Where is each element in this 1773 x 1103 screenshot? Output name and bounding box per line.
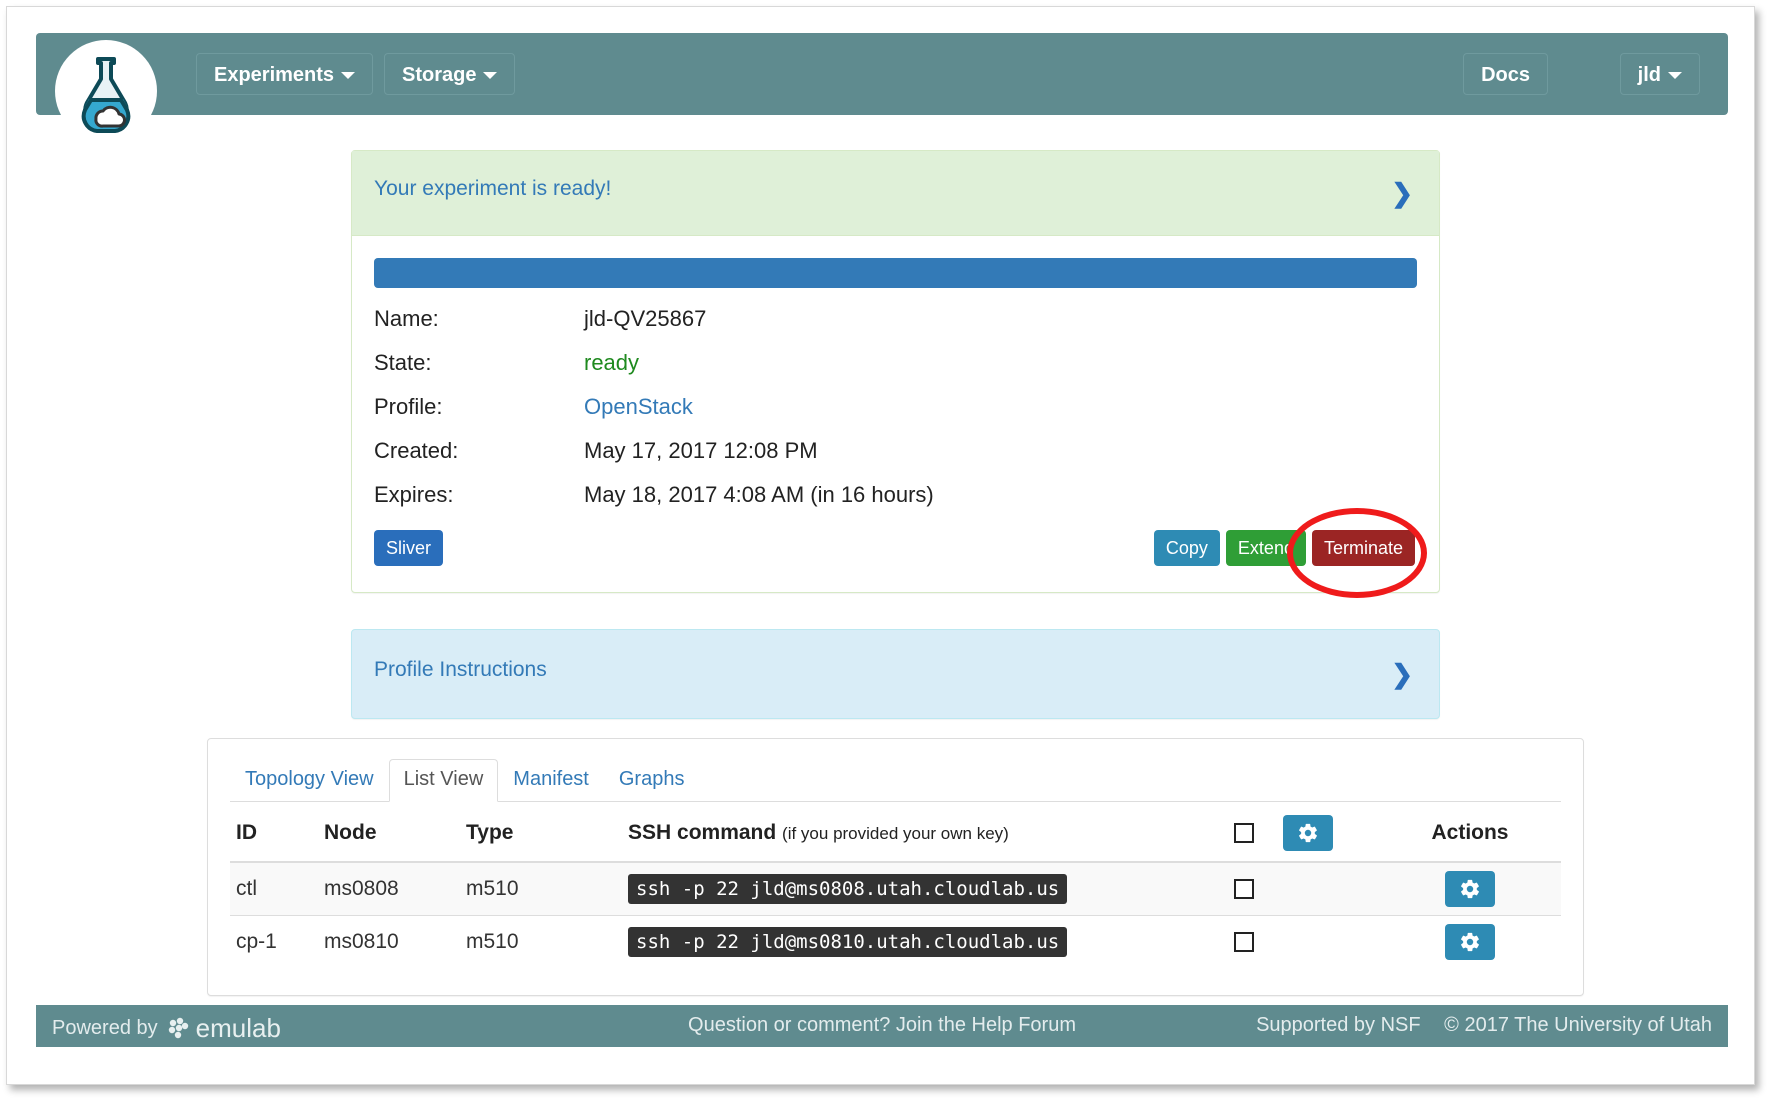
column-header-ssh-note: (if you provided your own key) — [782, 824, 1009, 843]
cell-ssh: ssh -p 22 jld@ms0810.utah.cloudlab.us — [622, 915, 1211, 968]
footer-credits: Supported by NSF © 2017 The University o… — [1238, 1014, 1712, 1037]
top-navbar: Experiments Storage Docs jld — [36, 33, 1728, 115]
cell-type: m510 — [460, 861, 622, 916]
chevron-down-icon — [1668, 72, 1682, 80]
detail-value-state: ready — [584, 350, 640, 375]
row-gear-button[interactable] — [1445, 924, 1495, 960]
detail-row-profile: Profile: OpenStack — [374, 394, 1417, 420]
tab-list-view[interactable]: List View — [388, 759, 499, 802]
table-header-row: ID Node Type SSH command (if you provide… — [230, 805, 1561, 863]
chevron-right-icon: ❯ — [1391, 178, 1413, 208]
sliver-button[interactable]: Sliver — [374, 530, 444, 566]
detail-label-expires: Expires: — [374, 482, 454, 507]
nav-experiments-menu[interactable]: Experiments — [196, 53, 374, 95]
detail-row-state: State: ready — [374, 350, 1417, 376]
tab-graphs[interactable]: Graphs — [604, 759, 700, 802]
extend-button[interactable]: Extend — [1225, 530, 1306, 566]
column-header-node: Node — [318, 805, 460, 863]
experiment-right-buttons: Copy Extend Terminate — [1153, 508, 1427, 598]
column-header-select-all — [1211, 805, 1277, 863]
tab-manifest[interactable]: Manifest — [498, 759, 604, 802]
nav-experiments-label: Experiments — [214, 64, 335, 86]
experiment-status-panel: Your experiment is ready! ❯ Name: jld-QV… — [351, 150, 1440, 598]
cell-ssh: ssh -p 22 jld@ms0808.utah.cloudlab.us — [622, 861, 1211, 916]
ssh-command-text[interactable]: ssh -p 22 jld@ms0810.utah.cloudlab.us — [628, 927, 1068, 957]
column-header-ssh: SSH command (if you provided your own ke… — [622, 805, 1211, 863]
gear-icon — [1299, 824, 1317, 843]
detail-row-name: Name: jld-QV25867 — [374, 306, 1417, 332]
experiment-progress-fill — [374, 258, 1417, 288]
experiment-details-body: Name: jld-QV25867 State: ready Profile: … — [352, 236, 1439, 598]
gear-icon — [1461, 880, 1479, 899]
column-header-id: ID — [230, 805, 318, 863]
detail-value-name: jld-QV25867 — [584, 306, 707, 331]
browser-screenshot-frame: Experiments Storage Docs jld Your experi… — [6, 6, 1755, 1085]
nav-user-menu[interactable]: jld — [1619, 53, 1700, 95]
flask-cloud-icon — [59, 44, 153, 138]
row-select-checkbox[interactable] — [1234, 932, 1254, 953]
detail-value-created: May 17, 2017 12:08 PM — [584, 438, 818, 463]
cell-select — [1211, 861, 1277, 916]
detail-label-created: Created: — [374, 438, 459, 463]
cell-select — [1211, 915, 1277, 968]
footer-help-forum-link[interactable]: Question or comment? Join the Help Forum — [688, 1014, 1076, 1037]
nav-storage-label: Storage — [402, 64, 477, 86]
cell-gear-spacer — [1277, 861, 1379, 916]
profile-instructions-title: Profile Instructions — [374, 658, 547, 681]
flask-cloud-logo[interactable] — [58, 43, 154, 139]
node-list-panel: Topology View List View Manifest Graphs … — [207, 738, 1584, 996]
cell-gear-spacer — [1277, 915, 1379, 968]
column-header-bulk-actions — [1277, 805, 1379, 863]
ssh-command-text[interactable]: ssh -p 22 jld@ms0808.utah.cloudlab.us — [628, 874, 1068, 904]
nav-docs-button[interactable]: Docs — [1463, 53, 1548, 95]
footer-emulab-wordmark: emulab — [195, 1013, 281, 1043]
select-all-checkbox[interactable] — [1234, 823, 1254, 844]
cell-id: ctl — [230, 861, 318, 916]
experiment-ready-title: Your experiment is ready! — [374, 177, 612, 200]
nav-docs-label: Docs — [1481, 64, 1530, 86]
view-tabs: Topology View List View Manifest Graphs — [230, 759, 1561, 802]
bulk-gear-button[interactable] — [1283, 815, 1333, 851]
nav-user-label: jld — [1637, 64, 1661, 86]
detail-value-profile-link[interactable]: OpenStack — [584, 394, 693, 420]
table-row: cp-1 ms0810 m510 ssh -p 22 jld@ms0810.ut… — [230, 915, 1561, 968]
detail-row-created: Created: May 17, 2017 12:08 PM — [374, 438, 1417, 464]
terminate-button[interactable]: Terminate — [1311, 530, 1415, 566]
detail-label-state: State: — [374, 350, 432, 375]
footer-copyright-label: © 2017 The University of Utah — [1444, 1014, 1712, 1036]
cell-actions — [1379, 915, 1561, 968]
row-gear-button[interactable] — [1445, 871, 1495, 907]
gear-icon — [1461, 933, 1479, 952]
cell-id: cp-1 — [230, 915, 318, 968]
experiment-progress-bar — [374, 258, 1417, 288]
experiment-ready-alert[interactable]: Your experiment is ready! ❯ — [352, 151, 1439, 236]
detail-label-profile: Profile: — [374, 394, 443, 419]
cell-type: m510 — [460, 915, 622, 968]
chevron-down-icon — [483, 72, 498, 80]
page-footer: Powered by emulab Question or comment? J… — [36, 1005, 1728, 1047]
detail-row-expires: Expires: May 18, 2017 4:08 AM (in 16 hou… — [374, 482, 1417, 508]
column-header-type: Type — [460, 805, 622, 863]
column-header-actions: Actions — [1379, 805, 1561, 863]
footer-nsf-label: Supported by NSF — [1256, 1014, 1421, 1036]
profile-instructions-panel[interactable]: Profile Instructions ❯ — [351, 629, 1440, 719]
copy-button[interactable]: Copy — [1153, 530, 1220, 566]
table-row: ctl ms0808 m510 ssh -p 22 jld@ms0808.uta… — [230, 861, 1561, 916]
emulab-flower-icon — [168, 1017, 188, 1038]
cell-actions — [1379, 861, 1561, 916]
row-select-checkbox[interactable] — [1234, 879, 1254, 900]
node-table: ID Node Type SSH command (if you provide… — [230, 805, 1561, 968]
experiment-action-buttons: Sliver Copy Extend Terminate — [374, 508, 1427, 598]
footer-powered-by-label: Powered by — [52, 1017, 158, 1039]
cell-node: ms0808 — [318, 861, 460, 916]
cell-node: ms0810 — [318, 915, 460, 968]
chevron-right-icon: ❯ — [1391, 659, 1413, 689]
nav-storage-menu[interactable]: Storage — [384, 53, 516, 95]
column-header-ssh-label: SSH command — [628, 821, 777, 844]
detail-value-expires: May 18, 2017 4:08 AM (in 16 hours) — [584, 482, 934, 507]
chevron-down-icon — [341, 72, 356, 80]
tab-topology-view[interactable]: Topology View — [230, 759, 389, 802]
detail-label-name: Name: — [374, 306, 439, 331]
footer-powered-by: Powered by emulab — [52, 1013, 281, 1044]
